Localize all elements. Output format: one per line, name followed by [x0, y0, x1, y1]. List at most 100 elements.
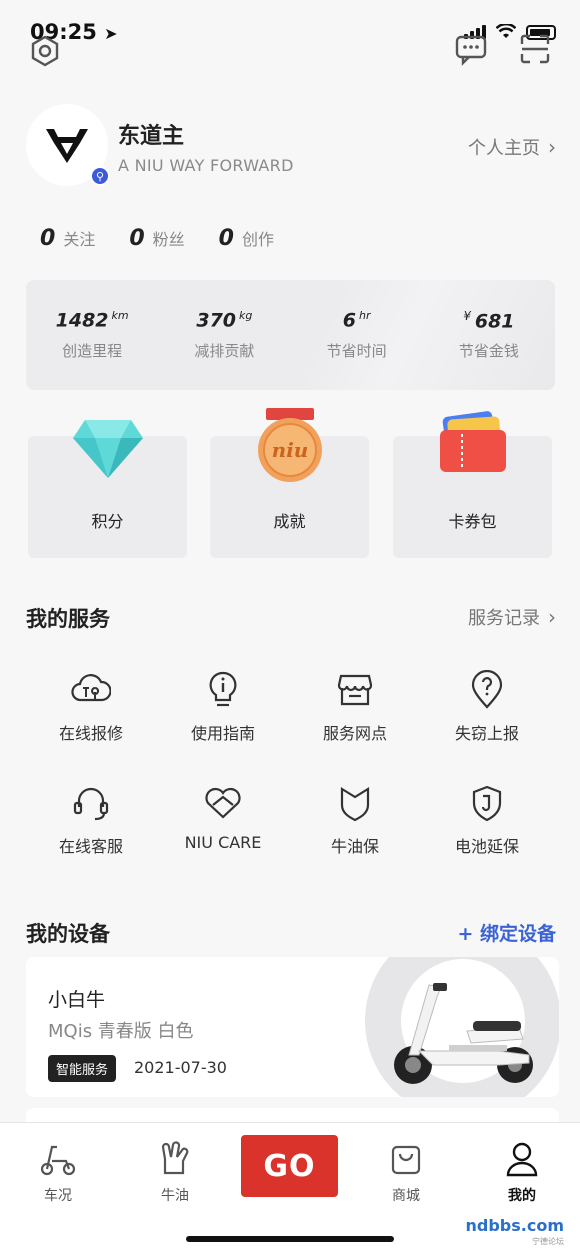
device-model: MQis 青春版 白色: [48, 1021, 194, 1042]
follow-count: 0: [40, 226, 56, 251]
message-icon[interactable]: [454, 32, 488, 66]
stat-emission: 370 kg 减排贡献: [158, 280, 290, 390]
service-niu-insurance[interactable]: 牛油保: [289, 783, 421, 857]
scooter-icon: [40, 1145, 76, 1176]
bag-icon: [391, 1145, 421, 1175]
tab-label: 商城: [392, 1188, 420, 1204]
home-indicator: [186, 1236, 394, 1242]
devices-title: 我的设备: [26, 922, 110, 946]
diamond-icon: [72, 420, 143, 478]
go-button[interactable]: GO: [241, 1135, 338, 1197]
stat-label: 节省金钱: [458, 342, 519, 361]
follow-label: 关注: [63, 230, 96, 249]
stat-prefix: ¥: [463, 308, 471, 323]
tab-niu-oil[interactable]: 牛油: [135, 1139, 215, 1205]
service-niu-care[interactable]: NIU CARE: [157, 783, 289, 852]
verified-badge-icon: ⚲: [90, 166, 110, 186]
bind-device-link[interactable]: + 绑定设备: [457, 919, 556, 946]
service-outlets[interactable]: 服务网点: [289, 670, 421, 744]
service-record-label: 服务记录: [468, 608, 540, 629]
services-title: 我的服务: [26, 607, 110, 631]
tab-mine[interactable]: 我的: [482, 1139, 562, 1205]
stat-label: 创造里程: [62, 341, 123, 360]
wifi-icon: [496, 24, 516, 38]
homepage-link[interactable]: 个人主页 ›: [468, 134, 556, 160]
stat-unit: km: [111, 309, 129, 323]
slogan: A NIU WAY FORWARD: [118, 156, 294, 175]
service-label: 在线报修: [58, 724, 123, 743]
scan-icon[interactable]: [518, 32, 552, 66]
stat-label: 减排贡献: [194, 341, 255, 360]
service-label: 失窃上报: [454, 724, 519, 743]
achievements-card-label: 成就: [273, 512, 306, 531]
service-label: 服务网点: [322, 724, 387, 743]
wallet-icon: [439, 411, 506, 472]
creations-count: 0: [218, 226, 234, 251]
headset-icon: [73, 787, 109, 821]
tab-label: 牛油: [161, 1188, 189, 1204]
points-card-label: 积分: [91, 512, 124, 531]
achievements-card[interactable]: niu 成就: [210, 408, 369, 558]
service-online-support[interactable]: 在线客服: [25, 783, 157, 857]
device-date: 2021-07-30: [134, 1058, 227, 1077]
homepage-link-label: 个人主页: [468, 138, 540, 159]
service-theft-report[interactable]: 失窃上报: [421, 670, 553, 744]
creations-label: 创作: [241, 230, 274, 249]
medal-text: niu: [271, 438, 308, 462]
stat-unit: hr: [358, 309, 371, 323]
stat-value: 6: [342, 309, 356, 332]
shield-icon: [340, 787, 370, 822]
riding-stats-card: 1482 km 创造里程 370 kg 减排贡献 6 hr 节省时间 ¥681 节省金…: [26, 280, 555, 390]
smart-service-badge: 智能服务: [48, 1055, 117, 1082]
niu-logo-icon: [46, 129, 88, 163]
stat-mileage: 1482 km 创造里程: [26, 280, 158, 390]
settings-icon[interactable]: [28, 34, 62, 68]
chevron-right-icon: ›: [548, 605, 556, 629]
tab-shop[interactable]: 商城: [366, 1139, 446, 1205]
stat-money-saved: ¥681 节省金钱: [423, 280, 555, 390]
tab-vehicle[interactable]: 车况: [18, 1139, 98, 1205]
stat-label: 节省时间: [326, 341, 387, 360]
device-name: 小白牛: [48, 989, 106, 1011]
stat-value: 681: [474, 310, 515, 333]
stat-value: 1482: [55, 309, 109, 332]
watermark: ndbbs.com: [465, 1216, 565, 1235]
battery-shield-icon: [472, 785, 502, 822]
person-icon: [506, 1142, 538, 1177]
service-label: 电池延保: [454, 837, 519, 856]
fans-label: 粉丝: [152, 230, 185, 249]
watermark-sub: 宁德论坛: [532, 1237, 564, 1246]
follow-stats: 0 关注 0 粉丝 0 创作: [40, 226, 274, 251]
stat-time-saved: 6 hr 节省时间: [291, 280, 423, 390]
points-card[interactable]: 积分: [28, 420, 187, 558]
device-card[interactable]: 小白牛 MQis 青春版 白色 智能服务 2021-07-30: [26, 957, 559, 1097]
service-battery-warranty[interactable]: 电池延保: [421, 783, 553, 857]
follow-item-fans[interactable]: 0 粉丝: [129, 226, 184, 251]
username: 东道主: [118, 124, 185, 149]
stat-unit: kg: [239, 309, 253, 323]
tab-label: 车况: [44, 1188, 72, 1204]
service-label: 使用指南: [190, 724, 255, 743]
hand-icon: [161, 1141, 189, 1175]
chevron-right-icon: ›: [548, 135, 556, 159]
service-label: 牛油保: [330, 837, 379, 856]
bulb-info-icon: [209, 671, 237, 707]
follow-item-following[interactable]: 0 关注: [40, 226, 95, 251]
service-label: 在线客服: [58, 837, 123, 856]
service-user-guide[interactable]: 使用指南: [157, 670, 289, 744]
store-icon: [337, 674, 373, 706]
cloud-repair-icon: [71, 674, 111, 702]
location-question-icon: [471, 670, 503, 709]
service-online-repair[interactable]: 在线报修: [25, 670, 157, 744]
medal-icon: niu: [257, 408, 322, 482]
scooter-image: [394, 983, 533, 1084]
coupons-card-label: 卡券包: [448, 512, 497, 531]
stat-value: 370: [196, 309, 237, 332]
heart-care-icon: [205, 787, 241, 819]
coupons-card[interactable]: 卡券包: [393, 411, 552, 558]
follow-item-creations[interactable]: 0 创作: [219, 226, 274, 251]
service-record-link[interactable]: 服务记录 ›: [468, 604, 556, 630]
service-label: NIU CARE: [184, 833, 262, 852]
tab-label: 我的: [508, 1188, 536, 1204]
fans-count: 0: [129, 226, 145, 251]
